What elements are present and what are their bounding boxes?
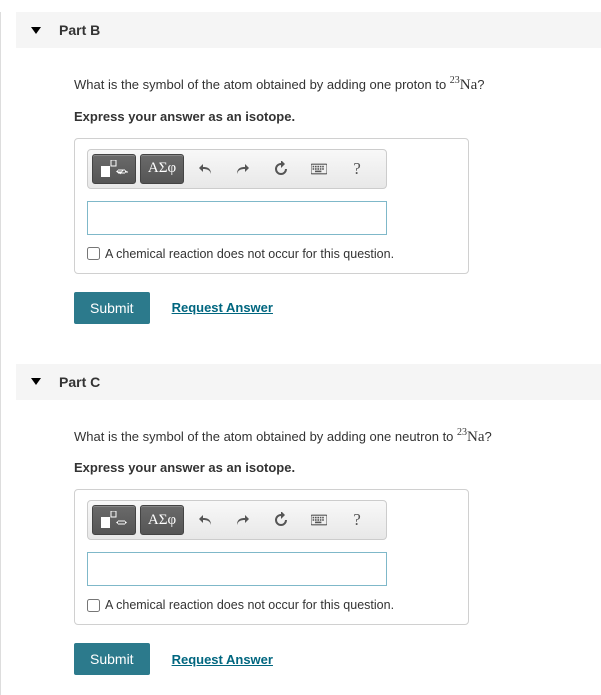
- no-reaction-label: A chemical reaction does not occur for t…: [105, 598, 394, 612]
- part-title: Part B: [59, 22, 100, 38]
- no-reaction-checkbox[interactable]: [87, 599, 100, 612]
- actions-row: Submit Request Answer: [74, 292, 571, 324]
- answer-input[interactable]: [87, 201, 387, 235]
- answer-editor: ΑΣφ ? A chemical reaction does not occ: [74, 138, 469, 274]
- template-icon[interactable]: [92, 505, 136, 535]
- template-icon[interactable]: [92, 154, 136, 184]
- reset-icon[interactable]: [264, 154, 298, 184]
- request-answer-link[interactable]: Request Answer: [172, 652, 273, 667]
- isotope-symbol: 23Na: [457, 429, 485, 445]
- no-reaction-row[interactable]: A chemical reaction does not occur for t…: [87, 598, 456, 612]
- no-reaction-row[interactable]: A chemical reaction does not occur for t…: [87, 247, 456, 261]
- help-icon[interactable]: ?: [340, 154, 374, 184]
- actions-row: Submit Request Answer: [74, 643, 571, 675]
- part-header-c[interactable]: Part C: [16, 364, 601, 400]
- answer-input[interactable]: [87, 552, 387, 586]
- question-text: What is the symbol of the atom obtained …: [74, 425, 571, 449]
- formula-toolbar: ΑΣφ ?: [87, 149, 387, 189]
- undo-icon[interactable]: [188, 154, 222, 184]
- undo-icon[interactable]: [188, 505, 222, 535]
- part-title: Part C: [59, 374, 100, 390]
- help-icon[interactable]: ?: [340, 505, 374, 535]
- part-header-b[interactable]: Part B: [16, 12, 601, 48]
- keyboard-icon[interactable]: [302, 505, 336, 535]
- page-container: Part B What is the symbol of the atom ob…: [0, 12, 601, 695]
- redo-icon[interactable]: [226, 505, 260, 535]
- chevron-down-icon: [31, 378, 41, 385]
- greek-letters-button[interactable]: ΑΣφ: [140, 505, 184, 535]
- chevron-down-icon: [31, 27, 41, 34]
- isotope-symbol: 23Na: [450, 77, 478, 93]
- instruction: Express your answer as an isotope.: [74, 109, 571, 124]
- question-prefix: What is the symbol of the atom obtained …: [74, 429, 457, 444]
- formula-toolbar: ΑΣφ ?: [87, 500, 387, 540]
- request-answer-link[interactable]: Request Answer: [172, 300, 273, 315]
- no-reaction-checkbox[interactable]: [87, 247, 100, 260]
- question-prefix: What is the symbol of the atom obtained …: [74, 77, 450, 92]
- question-suffix: ?: [477, 77, 484, 92]
- part-b-content: What is the symbol of the atom obtained …: [16, 73, 601, 324]
- keyboard-icon[interactable]: [302, 154, 336, 184]
- submit-button[interactable]: Submit: [74, 643, 150, 675]
- question-text: What is the symbol of the atom obtained …: [74, 73, 571, 97]
- answer-editor: ΑΣφ ? A chemical reaction does not occ: [74, 489, 469, 625]
- reset-icon[interactable]: [264, 505, 298, 535]
- greek-letters-button[interactable]: ΑΣφ: [140, 154, 184, 184]
- redo-icon[interactable]: [226, 154, 260, 184]
- instruction: Express your answer as an isotope.: [74, 460, 571, 475]
- no-reaction-label: A chemical reaction does not occur for t…: [105, 247, 394, 261]
- submit-button[interactable]: Submit: [74, 292, 150, 324]
- question-suffix: ?: [485, 429, 492, 444]
- part-c-content: What is the symbol of the atom obtained …: [16, 425, 601, 676]
